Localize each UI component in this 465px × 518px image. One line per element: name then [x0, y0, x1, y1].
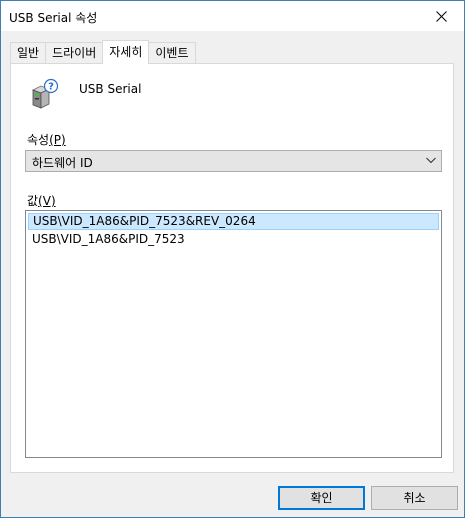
close-icon	[435, 10, 447, 22]
tab-driver[interactable]: 드라이버	[45, 42, 104, 63]
tab-general[interactable]: 일반	[10, 42, 47, 63]
property-access-key: (P)	[49, 133, 66, 147]
usb-device-question-icon: ?	[32, 78, 59, 109]
svg-text:?: ?	[48, 82, 54, 93]
tab-strip: 일반 드라이버 자세히 이벤트	[10, 40, 196, 64]
window-title: USB Serial 속성	[9, 11, 98, 25]
ok-button[interactable]: 확인	[278, 486, 365, 510]
value-listbox[interactable]: USB\VID_1A86&PID_7523&REV_0264 USB\VID_1…	[25, 210, 442, 458]
property-dropdown[interactable]: 하드웨어 ID	[25, 150, 442, 172]
tab-events[interactable]: 이벤트	[148, 42, 196, 63]
details-panel: ? USB Serial 속성(P) 하드웨어 ID 값(V) USB\VID_…	[10, 63, 454, 473]
chevron-down-icon	[426, 157, 436, 164]
title-bar: USB Serial 속성	[1, 1, 464, 31]
value-access-key: (V)	[38, 194, 56, 208]
tab-details[interactable]: 자세히	[102, 40, 150, 64]
list-item[interactable]: USB\VID_1A86&PID_7523&REV_0264	[28, 213, 439, 230]
value-label: 값(V)	[27, 192, 56, 209]
device-name: USB Serial	[79, 82, 142, 96]
property-label-text: 속성	[27, 133, 50, 147]
value-label-text: 값	[27, 194, 39, 208]
property-selected-value: 하드웨어 ID	[32, 156, 93, 170]
properties-dialog: USB Serial 속성 일반 드라이버 자세히 이벤트 ? USB Seri…	[0, 0, 465, 518]
list-item[interactable]: USB\VID_1A86&PID_7523	[28, 231, 439, 248]
close-button[interactable]	[418, 1, 464, 31]
cancel-button[interactable]: 취소	[371, 486, 458, 510]
property-label: 속성(P)	[27, 131, 66, 148]
